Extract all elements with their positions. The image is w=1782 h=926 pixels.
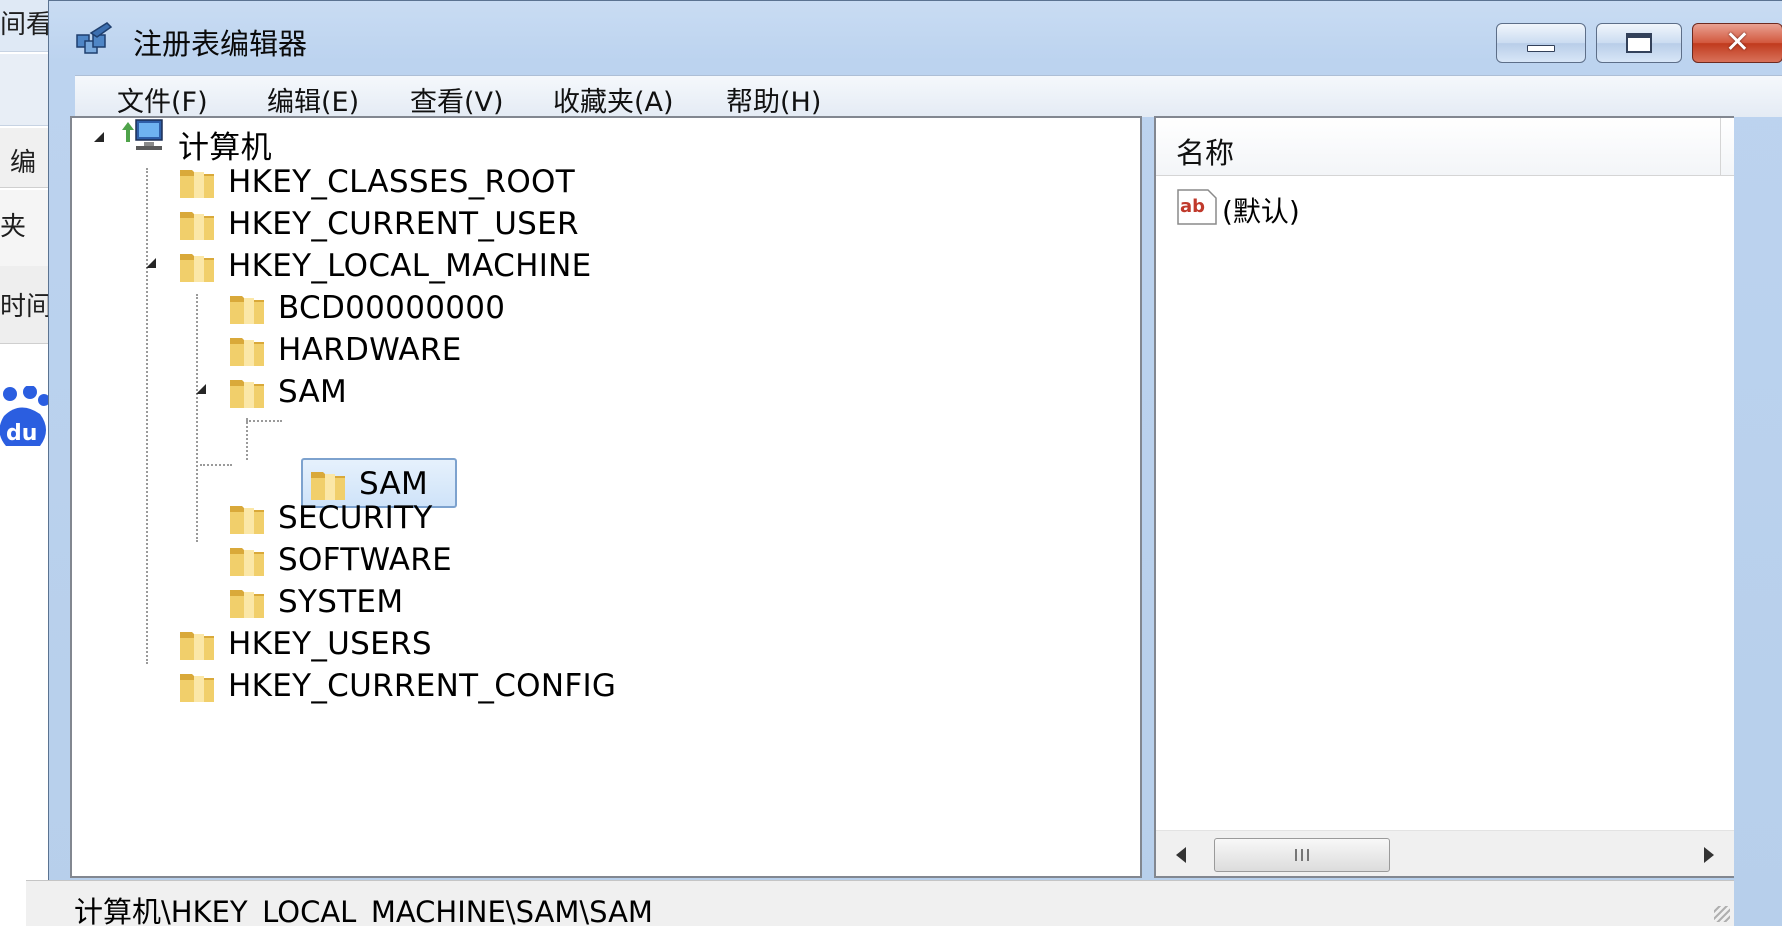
column-header-name[interactable]: 名称 (1176, 130, 1234, 172)
column-divider[interactable] (1720, 118, 1721, 176)
tree-node-hkey-local-machine[interactable]: HKEY_LOCAL_MACHINE (142, 244, 622, 288)
expanded-arrow-icon (94, 132, 104, 142)
tree-label: SYSTEM (278, 584, 404, 620)
collapsed-arrow-icon (152, 636, 165, 654)
folder-icon (230, 296, 264, 324)
registry-tree[interactable]: 计算机 HKEY_CLASSES_ROOT HKEY_CURRENT_USER … (70, 116, 1142, 878)
tree-label: SOFTWARE (278, 542, 452, 578)
menu-favorites[interactable]: 收藏夹(A) (545, 80, 682, 119)
window-title: 注册表编辑器 (133, 27, 308, 61)
background-text: 编 (0, 128, 48, 188)
tree-node-software[interactable]: SOFTWARE (192, 538, 592, 582)
current-key-path: 计算机\HKEY_LOCAL_MACHINE\SAM\SAM (74, 895, 653, 926)
tree-connector (200, 464, 232, 466)
values-list[interactable]: 名称 类型 ab (默认) RE (1154, 116, 1734, 878)
tree-label: HKEY_CLASSES_ROOT (228, 164, 575, 200)
folder-icon (180, 212, 214, 240)
tree-node-hkey-current-user[interactable]: HKEY_CURRENT_USER (142, 202, 622, 246)
close-icon: ✕ (1724, 25, 1751, 60)
close-button[interactable]: ✕ (1692, 23, 1782, 63)
tree-connector (246, 420, 282, 422)
resize-grip-icon[interactable] (1714, 906, 1730, 922)
status-bar: 计算机\HKEY_LOCAL_MACHINE\SAM\SAM (26, 880, 1734, 926)
tree-label: SECURITY (278, 500, 433, 536)
tree-label: SAM (278, 374, 348, 410)
menu-help[interactable]: 帮助(H) (718, 80, 829, 119)
background-text: 时间 (0, 266, 48, 344)
menu-edit[interactable]: 编辑(E) (259, 80, 367, 119)
folder-icon (230, 338, 264, 366)
collapsed-arrow-icon (152, 216, 165, 234)
horizontal-scrollbar[interactable] (1156, 830, 1734, 876)
background-dropdown[interactable] (0, 54, 48, 126)
menu-file[interactable]: 文件(F) (109, 80, 216, 119)
scroll-left-arrow-icon[interactable] (1176, 847, 1186, 863)
minimize-button[interactable] (1496, 23, 1586, 63)
expanded-arrow-icon (196, 384, 206, 394)
tree-label: HKEY_CURRENT_USER (228, 206, 579, 242)
tree-label: HARDWARE (278, 332, 462, 368)
tree-label: HKEY_USERS (228, 626, 432, 662)
tree-node-computer[interactable]: 计算机 (92, 118, 332, 166)
folder-icon (230, 506, 264, 534)
collapsed-arrow-icon (202, 342, 215, 360)
collapsed-arrow-icon (202, 300, 215, 318)
background-window: 间看 编 夹 时间 du (0, 0, 48, 926)
collapsed-arrow-icon (202, 594, 215, 612)
string-value-icon: ab (1177, 189, 1217, 225)
tree-node-hardware[interactable]: HARDWARE (192, 328, 592, 372)
menu-bar: 文件(F) 编辑(E) 查看(V) 收藏夹(A) 帮助(H) (75, 75, 1782, 119)
maximize-button[interactable] (1596, 23, 1682, 63)
expanded-arrow-icon (146, 258, 156, 268)
collapsed-arrow-icon (152, 678, 165, 696)
maximize-icon (1626, 33, 1652, 53)
tree-label: BCD00000000 (278, 290, 506, 326)
tree-node-security[interactable]: SECURITY (192, 496, 592, 540)
title-bar[interactable]: 注册表编辑器 ✕ (49, 1, 1782, 75)
grip-icon (1301, 849, 1303, 861)
scroll-right-arrow-icon[interactable] (1704, 847, 1714, 863)
tree-node-system[interactable]: SYSTEM (192, 580, 592, 624)
grip-icon (1295, 849, 1297, 861)
tree-node-hkey-classes-root[interactable]: HKEY_CLASSES_ROOT (142, 160, 622, 204)
scrollbar-thumb[interactable] (1214, 838, 1390, 872)
folder-icon (230, 590, 264, 618)
folder-icon (180, 632, 214, 660)
registry-editor-icon (76, 22, 113, 54)
column-header-row: 名称 类型 (1156, 118, 1734, 176)
collapsed-arrow-icon (202, 552, 215, 570)
svg-text:ab: ab (1180, 196, 1205, 217)
baidu-logo-icon: du (0, 386, 48, 446)
folder-icon (230, 380, 264, 408)
tree-label: HKEY_LOCAL_MACHINE (228, 248, 592, 284)
minimize-icon (1527, 44, 1555, 52)
tree-label: HKEY_CURRENT_CONFIG (228, 668, 617, 704)
menu-view[interactable]: 查看(V) (402, 80, 512, 119)
folder-icon (180, 674, 214, 702)
tree-node-bcd00000000[interactable]: BCD00000000 (192, 286, 592, 330)
collapsed-arrow-icon (152, 174, 165, 192)
svg-text:du: du (6, 421, 37, 446)
tree-node-sam[interactable]: SAM (192, 370, 592, 414)
tree-node-hkey-users[interactable]: HKEY_USERS (142, 622, 622, 666)
background-text: 间看 (0, 0, 48, 52)
tree-connector (246, 418, 248, 460)
folder-icon (230, 548, 264, 576)
tree-node-hkey-current-config[interactable]: HKEY_CURRENT_CONFIG (142, 664, 662, 708)
grip-icon (1307, 849, 1309, 861)
folder-icon (180, 170, 214, 198)
folder-icon (180, 254, 214, 282)
value-name: (默认) (1222, 195, 1300, 228)
computer-icon (122, 119, 163, 150)
background-text: 夹 (0, 190, 48, 266)
